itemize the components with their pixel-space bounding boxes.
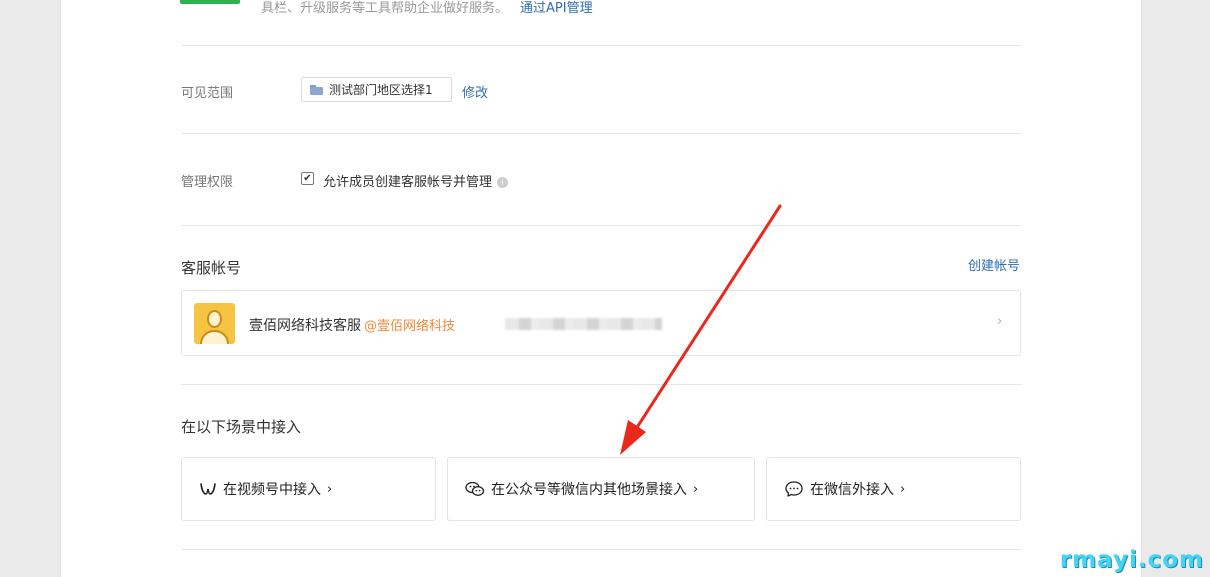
account-org: @壹佰网络科技 (364, 319, 456, 334)
scene-channels[interactable]: 在视频号中接入 › (181, 457, 436, 521)
divider (181, 549, 1021, 550)
description-text: 具栏、升级服务等工具帮助企业做好服务。 (261, 1, 509, 16)
divider (181, 133, 1021, 134)
divider (181, 225, 1021, 226)
wechat-icon (465, 481, 485, 496)
edit-visibility-link[interactable]: 修改 (462, 82, 488, 101)
enable-button[interactable] (180, 0, 240, 4)
create-account-link[interactable]: 创建帐号 (968, 255, 1020, 274)
divider (181, 384, 1021, 385)
checkbox-text: 允许成员创建客服帐号并管理 (323, 175, 493, 190)
api-manage-link[interactable]: 通过API管理 (520, 1, 593, 16)
service-description: 具栏、升级服务等工具帮助企业做好服务。 通过API管理 (261, 0, 593, 16)
scene-label: 在微信外接入 (810, 482, 894, 498)
permission-label: 管理权限 (181, 175, 234, 190)
dept-tag: 测试部门地区选择1 (301, 77, 452, 102)
account-row[interactable]: 壹佰网络科技客服 @壹佰网络科技 › (181, 290, 1021, 356)
info-icon[interactable]: i (497, 177, 509, 188)
scene-label: 在公众号等微信内其他场景接入 (491, 482, 687, 498)
folder-icon (310, 84, 323, 95)
scene-label: 在视频号中接入 (223, 482, 321, 498)
channels-icon (200, 483, 216, 495)
chevron-right-icon: › (900, 481, 906, 497)
avatar (194, 303, 235, 344)
scenes-title: 在以下场景中接入 (181, 418, 302, 436)
watermark: rmayi.com (1059, 547, 1204, 573)
accounts-title: 客服帐号 (181, 259, 242, 277)
account-name-text: 壹佰网络科技客服 (249, 318, 361, 334)
allow-create-checkbox[interactable]: ✔ (301, 172, 314, 185)
visibility-label: 可见范围 (181, 86, 234, 101)
dept-name: 测试部门地区选择1 (329, 83, 433, 97)
chat-bubble-icon (785, 481, 803, 497)
chevron-right-icon: › (997, 314, 1003, 329)
scene-wechat[interactable]: 在公众号等微信内其他场景接入 › (447, 457, 755, 521)
divider (181, 45, 1021, 46)
chevron-right-icon: › (693, 481, 699, 497)
account-name: 壹佰网络科技客服 @壹佰网络科技 (249, 315, 455, 335)
redacted-info (505, 318, 662, 330)
allow-create-label: 允许成员创建客服帐号并管理 i (323, 171, 509, 190)
scene-external[interactable]: 在微信外接入 › (766, 457, 1021, 521)
chevron-right-icon: › (327, 481, 333, 497)
